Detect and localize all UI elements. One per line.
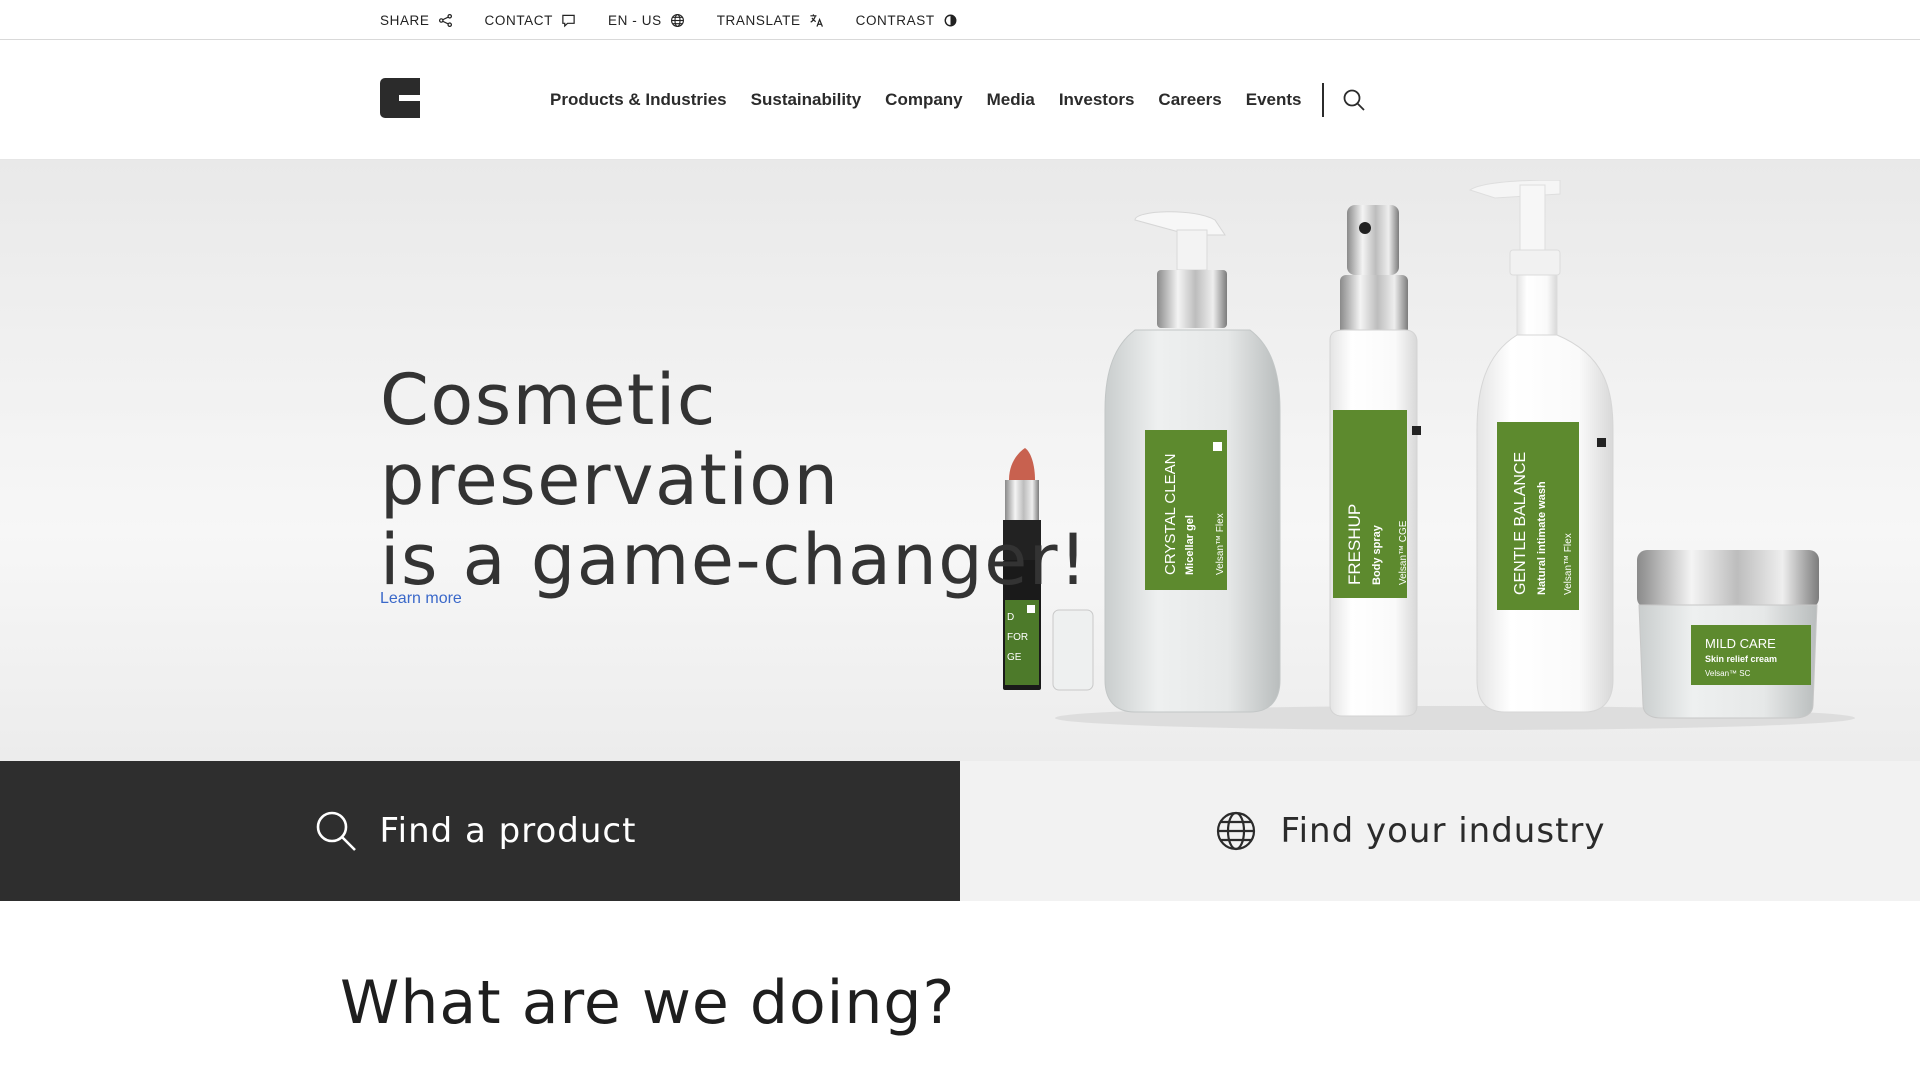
nav-events[interactable]: Events bbox=[1246, 90, 1302, 110]
share-icon bbox=[438, 13, 453, 28]
search-icon bbox=[1343, 89, 1365, 111]
brand-logo-icon bbox=[380, 78, 420, 118]
lipstick-label-2: FOR bbox=[1007, 632, 1028, 643]
hero-banner: Cosmetic preservation is a game-changer!… bbox=[0, 160, 1920, 761]
nav-products-industries[interactable]: Products & Industries bbox=[550, 90, 727, 110]
mild-care-name: MILD CARE bbox=[1705, 636, 1776, 651]
translate-label: TRANSLATE bbox=[716, 12, 801, 28]
contact-link[interactable]: CONTACT bbox=[485, 13, 576, 28]
find-industry-button[interactable]: Find your industry bbox=[960, 761, 1920, 901]
freshup-sub: Body spray bbox=[1371, 524, 1383, 585]
contrast-toggle[interactable]: CONTRAST bbox=[856, 13, 958, 28]
mild-care-sub: Skin relief cream bbox=[1705, 654, 1777, 664]
language-selector[interactable]: EN - US bbox=[608, 13, 685, 28]
freshup-bottle: FRESHUP Body spray Velsan™ CGE bbox=[1329, 205, 1421, 717]
contrast-label: CONTRAST bbox=[855, 12, 935, 28]
translate-link[interactable]: TRANSLATE bbox=[717, 13, 824, 28]
search-icon bbox=[314, 809, 358, 853]
chat-icon bbox=[561, 13, 576, 28]
hero-title-line-1: Cosmetic preservation bbox=[380, 359, 840, 521]
search-button[interactable] bbox=[1342, 88, 1366, 112]
contact-label: CONTACT bbox=[484, 12, 553, 28]
contrast-icon bbox=[943, 13, 958, 28]
translate-icon bbox=[809, 13, 824, 28]
share-link[interactable]: SHARE bbox=[380, 13, 453, 28]
share-label: SHARE bbox=[380, 12, 430, 28]
brand-logo[interactable] bbox=[380, 78, 420, 118]
find-product-label: Find a product bbox=[379, 811, 637, 851]
hero-title: Cosmetic preservation is a game-changer! bbox=[380, 360, 1180, 600]
lipstick-label-3: GE bbox=[1007, 652, 1022, 663]
nav-company[interactable]: Company bbox=[885, 90, 962, 110]
mild-care-ingredient: Velsan™ SC bbox=[1705, 669, 1751, 678]
hero-title-line-2: is a game-changer! bbox=[380, 519, 1089, 601]
gentle-balance-name: GENTLE BALANCE bbox=[1512, 452, 1529, 595]
nav-careers[interactable]: Careers bbox=[1158, 90, 1221, 110]
globe-icon bbox=[1215, 810, 1257, 852]
finder-bar: Find a product Find your industry bbox=[0, 761, 1920, 901]
find-industry-label: Find your industry bbox=[1280, 811, 1606, 851]
nav-divider bbox=[1321, 83, 1324, 117]
main-navigation: Products & Industries Sustainability Com… bbox=[550, 40, 1366, 160]
utility-links: SHARE CONTACT EN - US TRANSLATE CONTRAST bbox=[380, 0, 990, 40]
utility-bar: SHARE CONTACT EN - US TRANSLATE CONTRAST bbox=[0, 0, 1920, 40]
crystal-clean-sub: Micellar gel bbox=[1184, 515, 1196, 575]
nav-media[interactable]: Media bbox=[987, 90, 1035, 110]
language-label: EN - US bbox=[607, 12, 662, 28]
section-heading: What are we doing? bbox=[340, 968, 956, 1038]
gentle-balance-sub: Natural intimate wash bbox=[1536, 481, 1548, 595]
learn-more-link[interactable]: Learn more bbox=[380, 590, 462, 608]
crystal-clean-ingredient: Velsan™ Flex bbox=[1215, 513, 1226, 575]
gentle-balance-ingredient: Velsan™ Flex bbox=[1563, 533, 1574, 595]
freshup-ingredient: Velsan™ CGE bbox=[1398, 520, 1409, 585]
mild-care-jar: MILD CARE Skin relief cream Velsan™ SC bbox=[1637, 550, 1819, 719]
lipstick-label-1: D bbox=[1007, 612, 1014, 623]
nav-sustainability[interactable]: Sustainability bbox=[751, 90, 862, 110]
gentle-balance-bottle: GENTLE BALANCE Natural intimate wash Vel… bbox=[1468, 180, 1614, 713]
globe-icon bbox=[670, 13, 685, 28]
find-product-button[interactable]: Find a product bbox=[0, 761, 960, 901]
main-header: Products & Industries Sustainability Com… bbox=[0, 40, 1920, 160]
nav-investors[interactable]: Investors bbox=[1059, 90, 1135, 110]
freshup-name: FRESHUP bbox=[1345, 504, 1364, 585]
